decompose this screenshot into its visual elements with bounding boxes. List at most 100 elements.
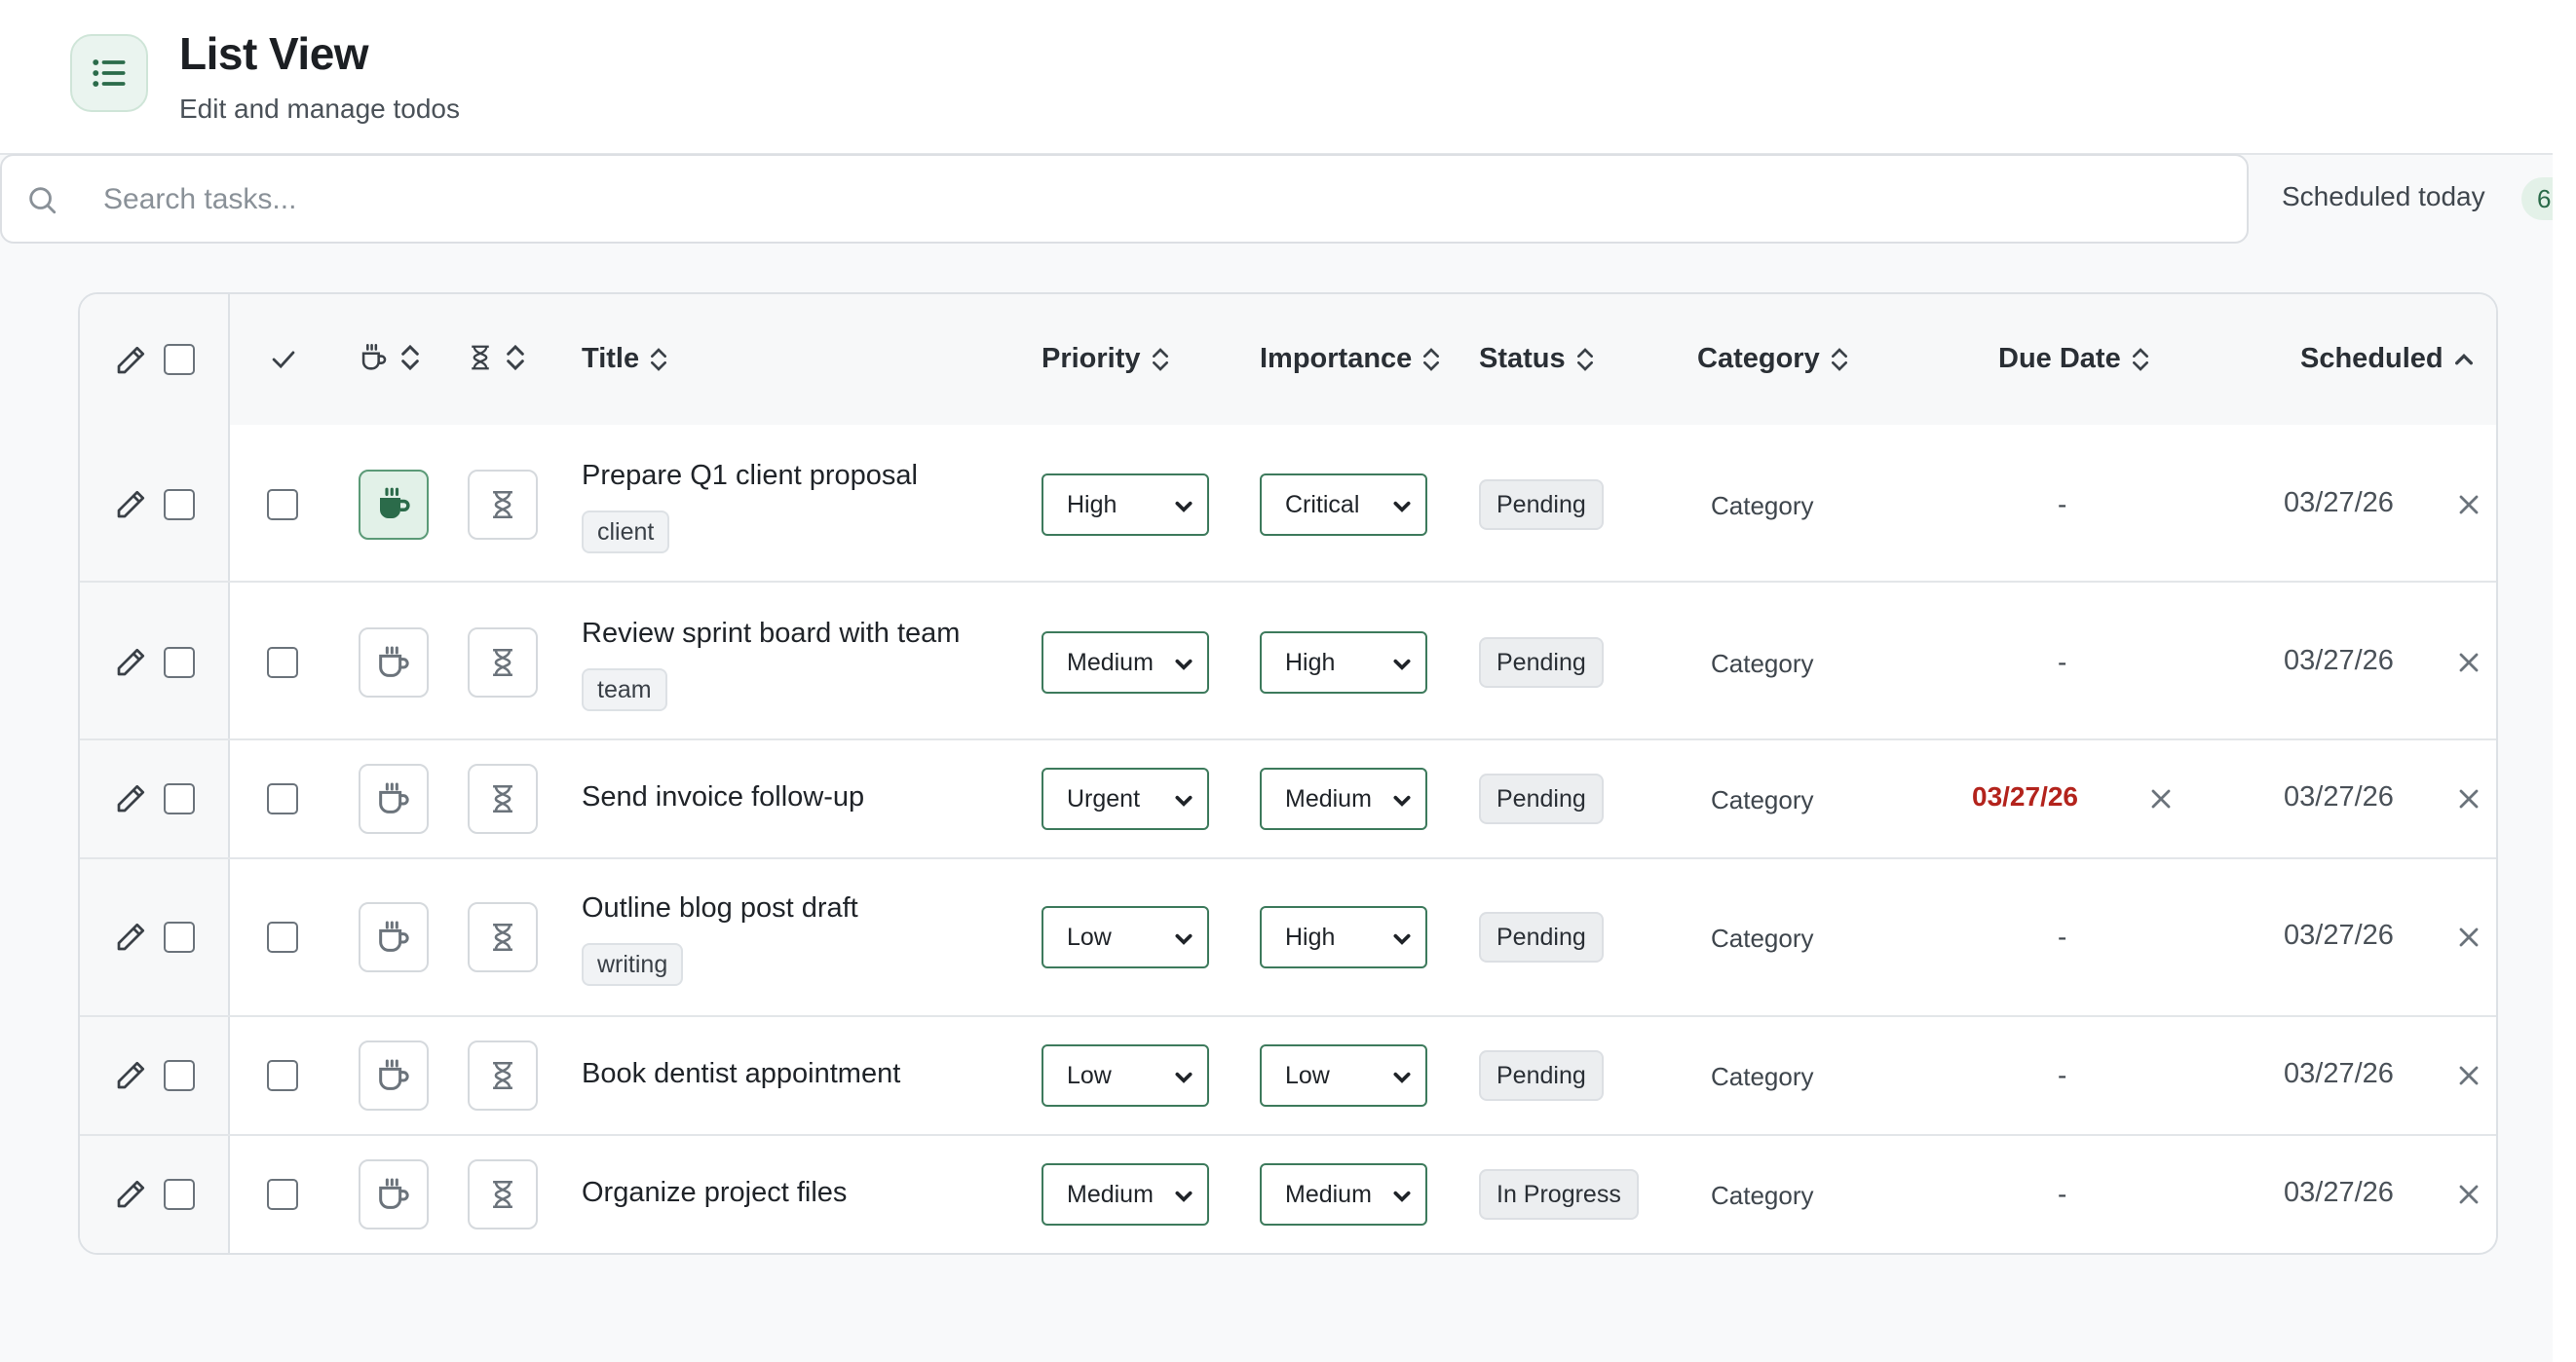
- row-select-checkbox[interactable]: [164, 647, 195, 678]
- complete-checkbox[interactable]: [267, 1060, 298, 1091]
- due-date-overdue[interactable]: 03/27/26: [1972, 781, 2078, 813]
- scheduled-today-label[interactable]: Scheduled today: [2282, 181, 2485, 212]
- column-importance[interactable]: Importance: [1260, 343, 1441, 375]
- hourglass-toggle[interactable]: [468, 1040, 538, 1111]
- clear-scheduled-icon[interactable]: [2457, 493, 2481, 516]
- importance-select[interactable]: High: [1260, 906, 1427, 968]
- category-label[interactable]: Category: [1711, 924, 1814, 954]
- scheduled-date[interactable]: 03/27/26: [2284, 781, 2394, 813]
- status-badge[interactable]: Pending: [1479, 479, 1604, 530]
- status-badge[interactable]: Pending: [1479, 912, 1604, 963]
- category-label[interactable]: Category: [1711, 1181, 1814, 1211]
- select-all-checkbox[interactable]: [164, 344, 195, 375]
- scheduled-date[interactable]: 03/27/26: [2284, 920, 2394, 952]
- coffee-toggle[interactable]: [359, 1159, 429, 1230]
- coffee-toggle[interactable]: [359, 1040, 429, 1111]
- sort-hourglass[interactable]: [466, 341, 526, 374]
- chevron-down-icon: [1393, 795, 1411, 807]
- clear-scheduled-icon[interactable]: [2457, 1064, 2481, 1087]
- column-scheduled[interactable]: Scheduled: [2300, 343, 2475, 375]
- complete-checkbox[interactable]: [267, 922, 298, 953]
- check-icon[interactable]: [267, 343, 300, 376]
- pencil-icon[interactable]: [113, 343, 148, 378]
- clear-due-date-icon[interactable]: [2149, 787, 2173, 811]
- pencil-icon[interactable]: [113, 920, 148, 955]
- scheduled-date[interactable]: 03/27/26: [2284, 1177, 2394, 1209]
- pencil-icon[interactable]: [113, 487, 148, 522]
- row-select-checkbox[interactable]: [164, 1060, 195, 1091]
- clear-scheduled-icon[interactable]: [2457, 1183, 2481, 1206]
- row-select-checkbox[interactable]: [164, 783, 195, 814]
- importance-select[interactable]: High: [1260, 631, 1427, 694]
- task-tag[interactable]: team: [582, 668, 667, 711]
- column-due-date[interactable]: Due Date: [1998, 343, 2150, 375]
- hourglass-toggle[interactable]: [468, 1159, 538, 1230]
- complete-checkbox[interactable]: [267, 489, 298, 520]
- status-badge[interactable]: Pending: [1479, 637, 1604, 688]
- task-title[interactable]: Organize project files: [582, 1177, 847, 1209]
- coffee-toggle[interactable]: [359, 764, 429, 834]
- status-badge[interactable]: Pending: [1479, 774, 1604, 824]
- row-select-checkbox[interactable]: [164, 489, 195, 520]
- row-divider: [80, 738, 2496, 740]
- priority-select[interactable]: Medium: [1042, 631, 1209, 694]
- hourglass-toggle[interactable]: [468, 627, 538, 698]
- task-title[interactable]: Send invoice follow-up: [582, 781, 864, 813]
- column-title[interactable]: Title: [582, 343, 668, 375]
- column-priority[interactable]: Priority: [1042, 343, 1170, 375]
- hourglass-toggle[interactable]: [468, 764, 538, 834]
- pencil-icon[interactable]: [113, 781, 148, 816]
- search-input[interactable]: [103, 173, 2198, 226]
- column-category[interactable]: Category: [1697, 343, 1849, 375]
- priority-select[interactable]: Low: [1042, 1044, 1209, 1107]
- clear-scheduled-icon[interactable]: [2457, 651, 2481, 674]
- hourglass-icon: [493, 1061, 512, 1090]
- importance-select[interactable]: Low: [1260, 1044, 1427, 1107]
- task-tag[interactable]: writing: [582, 943, 684, 986]
- hourglass-toggle[interactable]: [468, 902, 538, 972]
- priority-select[interactable]: Low: [1042, 906, 1209, 968]
- scheduled-date[interactable]: 03/27/26: [2284, 1058, 2394, 1090]
- pencil-icon[interactable]: [113, 645, 148, 680]
- importance-select[interactable]: Critical: [1260, 473, 1427, 536]
- priority-select[interactable]: Medium: [1042, 1163, 1209, 1226]
- category-label[interactable]: Category: [1711, 1062, 1814, 1092]
- row-select-checkbox[interactable]: [164, 922, 195, 953]
- due-date[interactable]: -: [2058, 1179, 2066, 1210]
- coffee-toggle[interactable]: [359, 627, 429, 698]
- category-label[interactable]: Category: [1711, 785, 1814, 815]
- due-date[interactable]: -: [2058, 647, 2066, 678]
- clear-scheduled-icon[interactable]: [2457, 926, 2481, 949]
- complete-checkbox[interactable]: [267, 647, 298, 678]
- priority-select[interactable]: Urgent: [1042, 768, 1209, 830]
- importance-select[interactable]: Medium: [1260, 1163, 1427, 1226]
- task-title[interactable]: Book dentist appointment: [582, 1058, 900, 1090]
- task-title[interactable]: Prepare Q1 client proposal: [582, 460, 918, 492]
- importance-select[interactable]: Medium: [1260, 768, 1427, 830]
- coffee-toggle[interactable]: [359, 902, 429, 972]
- chevron-down-icon: [1393, 659, 1411, 670]
- scheduled-date[interactable]: 03/27/26: [2284, 487, 2394, 519]
- task-tag[interactable]: client: [582, 511, 670, 553]
- task-title[interactable]: Review sprint board with team: [582, 618, 960, 650]
- category-label[interactable]: Category: [1711, 649, 1814, 679]
- priority-select[interactable]: High: [1042, 473, 1209, 536]
- due-date[interactable]: -: [2058, 489, 2066, 520]
- due-date[interactable]: -: [2058, 922, 2066, 953]
- status-badge[interactable]: Pending: [1479, 1050, 1604, 1101]
- task-title[interactable]: Outline blog post draft: [582, 892, 858, 925]
- complete-checkbox[interactable]: [267, 1179, 298, 1210]
- category-label[interactable]: Category: [1711, 491, 1814, 521]
- clear-scheduled-icon[interactable]: [2457, 787, 2481, 811]
- hourglass-toggle[interactable]: [468, 470, 538, 540]
- due-date[interactable]: -: [2058, 1060, 2066, 1091]
- sort-coffee[interactable]: [357, 341, 421, 374]
- pencil-icon[interactable]: [113, 1177, 148, 1212]
- complete-checkbox[interactable]: [267, 783, 298, 814]
- coffee-toggle[interactable]: [359, 470, 429, 540]
- pencil-icon[interactable]: [113, 1058, 148, 1093]
- status-badge[interactable]: In Progress: [1479, 1169, 1639, 1220]
- row-select-checkbox[interactable]: [164, 1179, 195, 1210]
- column-status[interactable]: Status: [1479, 343, 1595, 375]
- scheduled-date[interactable]: 03/27/26: [2284, 645, 2394, 677]
